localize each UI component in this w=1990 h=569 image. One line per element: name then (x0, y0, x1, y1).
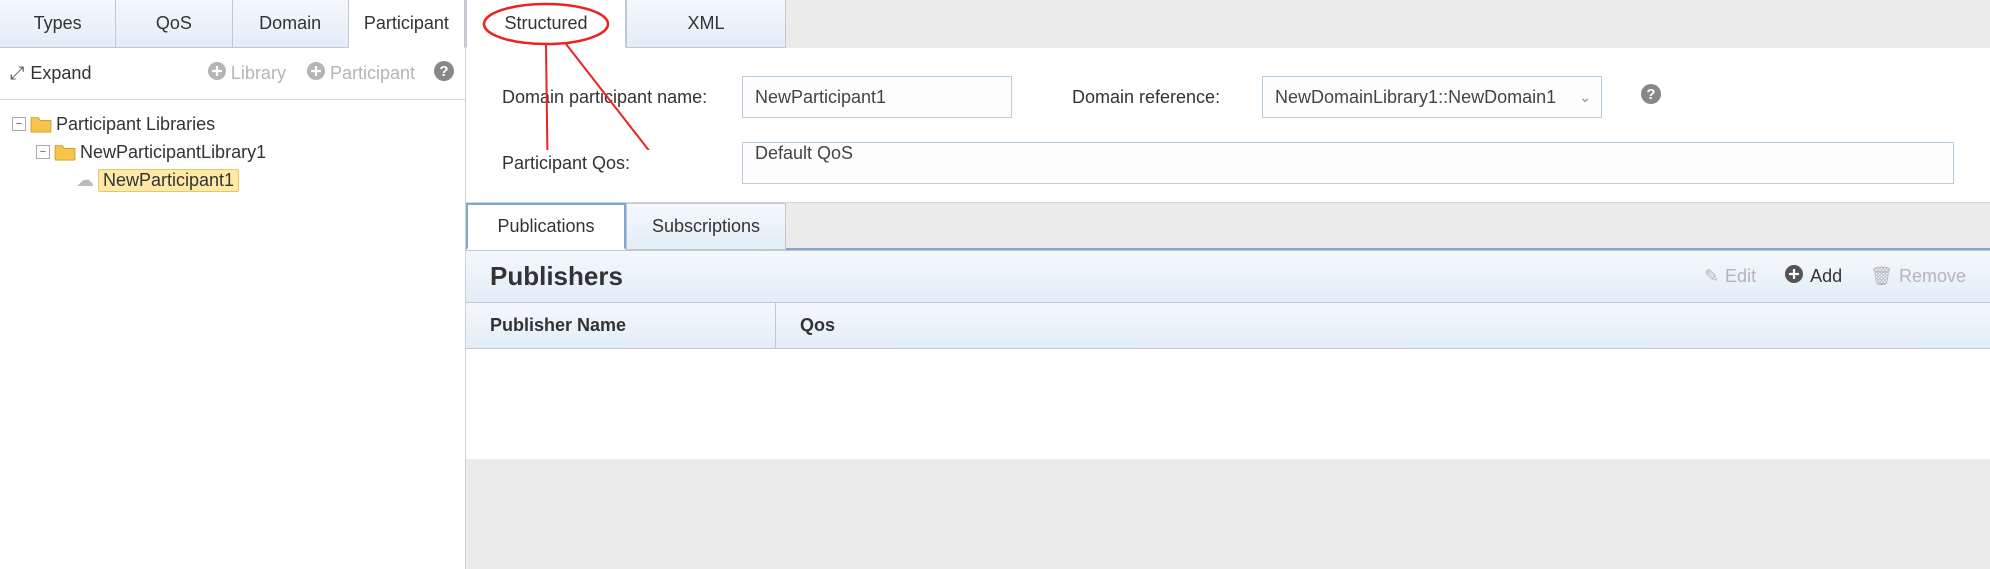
collapse-icon[interactable]: − (36, 145, 50, 159)
tree-participant-label: NewParticipant1 (98, 169, 239, 192)
pencil-icon: ✎ (1704, 266, 1719, 287)
tab-subscriptions[interactable]: Subscriptions (626, 203, 786, 250)
tree-root-row[interactable]: − Participant Libraries (8, 110, 457, 138)
tab-structured[interactable]: Structured (466, 0, 626, 48)
form-row-qos: Participant Qos: Default QoS (502, 142, 1954, 184)
tab-participant[interactable]: Participant (349, 0, 465, 48)
publishers-table-body (466, 349, 1990, 459)
svg-text:?: ? (439, 63, 448, 80)
trash-icon: 🗑 (1870, 266, 1893, 287)
col-qos: Qos (776, 303, 1990, 348)
qos-value: Default QoS (755, 143, 853, 163)
add-button[interactable]: Add (1784, 264, 1842, 289)
add-library-label: Library (231, 63, 286, 84)
tab-publications[interactable]: Publications (466, 203, 626, 250)
tree-lib-row[interactable]: − NewParticipantLibrary1 (8, 138, 457, 166)
publishers-title: Publishers (490, 261, 1676, 292)
left-panel: Types QoS Domain Participant ⤢ Expand Li… (0, 0, 466, 569)
publishers-header: Publishers ✎ Edit Add 🗑 Remove (466, 250, 1990, 303)
cloud-icon: ☁ (76, 170, 94, 191)
remove-button[interactable]: 🗑 Remove (1870, 266, 1966, 287)
domain-ref-value: NewDomainLibrary1::NewDomain1 (1275, 87, 1556, 108)
tree-lib-label: NewParticipantLibrary1 (80, 142, 266, 163)
publishers-panel: Publishers ✎ Edit Add 🗑 Remove Publish (466, 250, 1990, 459)
tab-domain[interactable]: Domain (233, 0, 349, 48)
domain-ref-label: Domain reference: (1072, 87, 1242, 108)
plus-icon (207, 61, 227, 87)
add-label: Add (1810, 266, 1842, 287)
sub-tabs: Publications Subscriptions (466, 202, 1990, 250)
form-row-name: Domain participant name: Domain referenc… (502, 76, 1954, 118)
participant-tree: − Participant Libraries − NewParticipant… (0, 100, 465, 569)
editor-tabs: Structured XML (466, 0, 1990, 48)
participant-form: Domain participant name: Domain referenc… (466, 48, 1990, 202)
col-publisher-name: Publisher Name (466, 303, 776, 348)
tab-qos[interactable]: QoS (116, 0, 232, 48)
remove-label: Remove (1899, 266, 1966, 287)
collapse-icon[interactable]: − (12, 117, 26, 131)
folder-icon (30, 115, 52, 133)
tree-participant-row[interactable]: ☁ NewParticipant1 (8, 166, 457, 194)
edit-label: Edit (1725, 266, 1756, 287)
tab-types[interactable]: Types (0, 0, 116, 48)
add-library-button[interactable]: Library (207, 61, 286, 87)
expand-button[interactable]: ⤢ Expand (10, 63, 91, 84)
left-toolbar: ⤢ Expand Library Participant ? (0, 48, 465, 100)
expand-icon: ⤢ (10, 63, 24, 84)
chevron-down-icon: ⌄ (1579, 89, 1591, 106)
help-icon[interactable]: ? (1640, 83, 1662, 111)
publishers-table-header: Publisher Name Qos (466, 303, 1990, 349)
subtabs-spacer (786, 203, 1990, 250)
participant-name-input[interactable] (742, 76, 1012, 118)
expand-label: Expand (30, 63, 91, 84)
plus-icon (306, 61, 326, 87)
svg-text:?: ? (1646, 86, 1655, 103)
help-icon[interactable]: ? (433, 60, 455, 88)
main-tabs: Types QoS Domain Participant (0, 0, 465, 48)
edit-button[interactable]: ✎ Edit (1704, 266, 1756, 287)
right-panel: Structured XML Domain participant name: … (466, 0, 1990, 569)
add-participant-button[interactable]: Participant (306, 61, 415, 87)
name-label: Domain participant name: (502, 87, 722, 108)
folder-icon (54, 143, 76, 161)
add-participant-label: Participant (330, 63, 415, 84)
qos-label: Participant Qos: (502, 153, 722, 174)
tree-root-label: Participant Libraries (56, 114, 215, 135)
tab-xml[interactable]: XML (626, 0, 786, 48)
domain-ref-select[interactable]: NewDomainLibrary1::NewDomain1 ⌄ (1262, 76, 1602, 118)
plus-icon (1784, 264, 1804, 289)
participant-qos-input[interactable]: Default QoS (742, 142, 1954, 184)
